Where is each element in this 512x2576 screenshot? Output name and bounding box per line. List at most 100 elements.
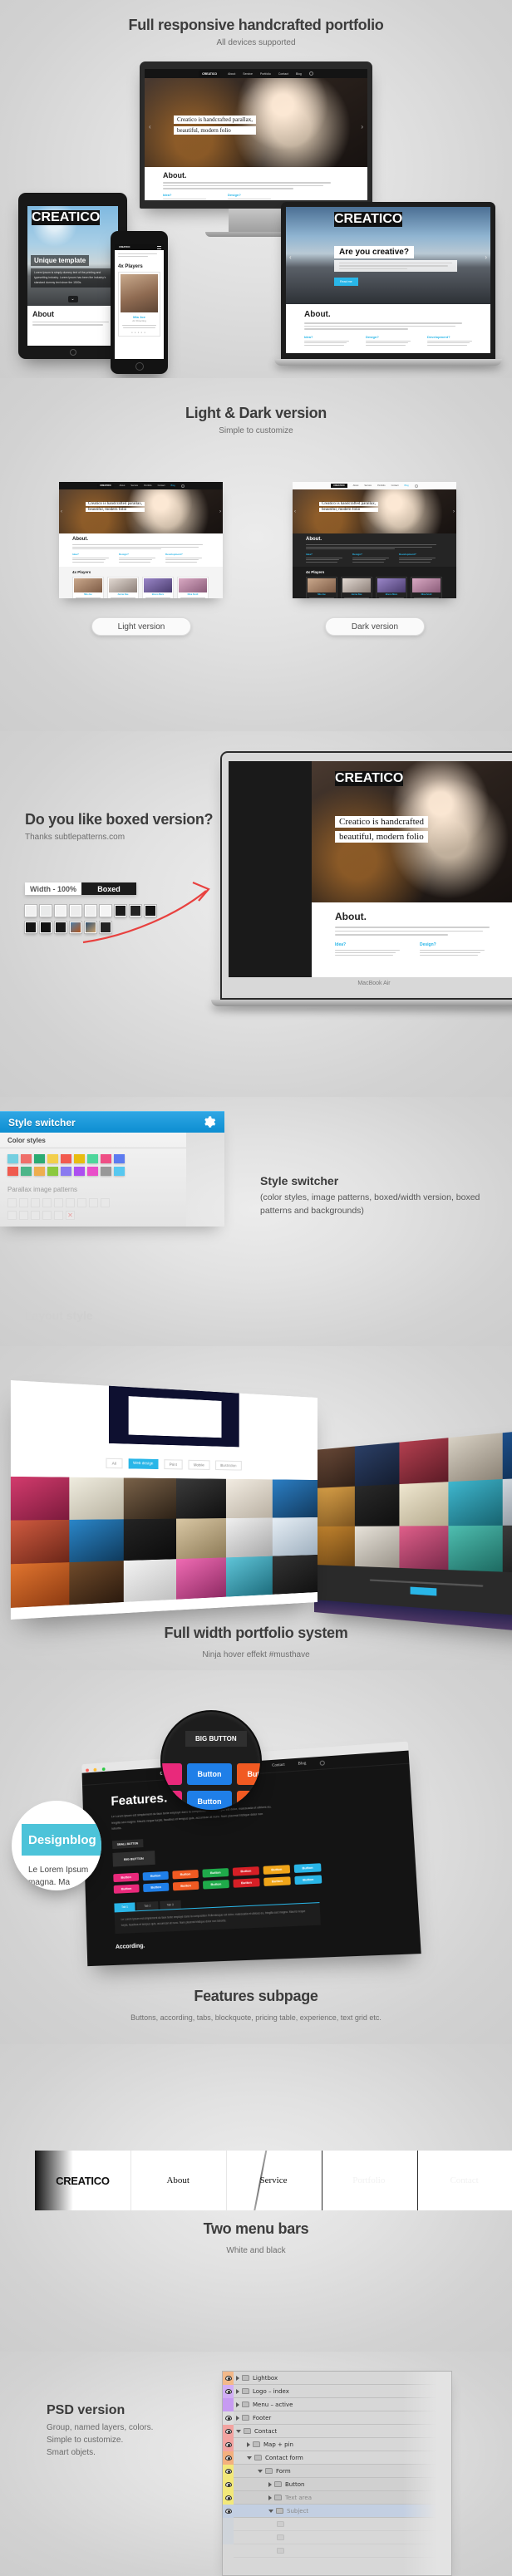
menu-item-contact[interactable]: Contact [416, 2175, 512, 2185]
eye-icon[interactable] [224, 2455, 232, 2460]
psd-layers-panel[interactable]: Lightbox Logo – index Menu – active Foot… [222, 2371, 452, 2576]
color-swatch[interactable] [87, 1154, 98, 1163]
member-card[interactable]: Mia Joe [72, 577, 104, 598]
chevron-down-icon[interactable] [236, 2429, 241, 2433]
portfolio-item[interactable] [68, 1519, 125, 1563]
eye-icon[interactable] [224, 2481, 232, 2487]
style-switcher-panel[interactable]: Style switcher Color styles Parallax ima… [0, 1111, 224, 1227]
color-button[interactable]: Button [293, 1862, 322, 1873]
eye-icon[interactable] [224, 2468, 232, 2474]
nav-item[interactable]: Blog [298, 1762, 307, 1767]
eye-icon[interactable] [224, 2441, 232, 2447]
member-card[interactable]: Mia Joe [306, 577, 337, 598]
nav-item[interactable]: Service [243, 72, 253, 76]
color-swatch[interactable] [61, 1167, 71, 1176]
menu-item-portfolio[interactable]: Portfolio [321, 2175, 416, 2185]
dark-version-button[interactable]: Dark version [325, 617, 425, 636]
portfolio-item[interactable] [225, 1517, 273, 1558]
color-button[interactable]: Button [294, 1875, 322, 1885]
nav-item[interactable]: About [120, 484, 126, 487]
color-button[interactable]: Button [233, 1877, 260, 1888]
member-card[interactable]: Jenna Dee [341, 577, 372, 598]
social-icons[interactable]: ●●●●● [121, 331, 158, 334]
portfolio-item[interactable] [124, 1477, 176, 1520]
portfolio-item[interactable] [273, 1555, 318, 1595]
nav-item[interactable]: Contact [272, 1763, 285, 1768]
member-card[interactable]: Nina Scott [411, 577, 442, 598]
nav-item[interactable]: Service [364, 484, 372, 487]
tablet-home-button[interactable] [69, 349, 76, 356]
window-minimize-icon[interactable] [93, 1767, 97, 1772]
eye-icon[interactable] [224, 2375, 232, 2381]
eye-icon[interactable] [224, 2508, 232, 2514]
portfolio-filter[interactable]: Illustration [214, 1460, 242, 1471]
pattern-swatch[interactable] [31, 1211, 40, 1220]
color-swatch[interactable] [21, 1154, 32, 1163]
nav-item[interactable]: Contact [158, 484, 165, 487]
portfolio-item[interactable] [124, 1518, 176, 1561]
menu-item-about[interactable]: About [130, 2175, 226, 2185]
chevron-right-icon[interactable] [236, 2401, 239, 2407]
loupe-color-button[interactable]: Button [237, 1791, 260, 1810]
color-swatch[interactable] [34, 1167, 45, 1176]
portfolio-filter[interactable]: All [106, 1458, 123, 1469]
nav-item[interactable]: Blog [171, 484, 175, 487]
nav-item[interactable]: About [228, 72, 235, 76]
color-button[interactable]: Button [263, 1864, 291, 1875]
portfolio-item[interactable] [10, 1519, 69, 1565]
color-swatch[interactable] [114, 1154, 125, 1163]
eye-icon[interactable] [224, 2428, 232, 2434]
color-swatch[interactable] [47, 1154, 58, 1163]
loupe-color-button[interactable] [162, 1791, 182, 1810]
portfolio-item[interactable] [175, 1518, 226, 1560]
slider-prev-icon[interactable]: ‹ [289, 253, 292, 261]
pattern-swatch[interactable] [89, 1198, 98, 1207]
color-button[interactable]: Button [113, 1884, 140, 1894]
nav-item[interactable]: Portfolio [377, 484, 386, 487]
color-styles-row2[interactable] [0, 1163, 186, 1176]
color-swatch[interactable] [101, 1167, 111, 1176]
nav-item[interactable]: Service [130, 484, 138, 487]
gear-icon[interactable] [319, 1760, 325, 1766]
slider-next-icon[interactable]: › [485, 253, 487, 261]
pattern-swatch[interactable] [77, 1198, 86, 1207]
chevron-right-icon[interactable] [268, 2495, 272, 2500]
pattern-swatch[interactable] [24, 904, 37, 917]
slider-prev-icon[interactable]: ‹ [61, 509, 62, 514]
portfolio-item[interactable] [225, 1478, 273, 1519]
portfolio-cta-button[interactable] [410, 1586, 437, 1596]
portfolio-item[interactable] [273, 1517, 318, 1556]
color-button[interactable]: Button [202, 1867, 229, 1878]
color-swatch[interactable] [47, 1167, 58, 1176]
portfolio-filter[interactable]: Mobile [188, 1459, 210, 1470]
menu-item-service[interactable]: Service [226, 2175, 322, 2185]
portfolio-item[interactable] [124, 1559, 176, 1602]
pattern-swatch[interactable] [66, 1198, 75, 1207]
color-swatch[interactable] [74, 1167, 85, 1176]
laptop-cta-button[interactable]: Read me [334, 278, 358, 287]
portfolio-item[interactable] [225, 1556, 273, 1597]
chevron-right-icon[interactable] [247, 2441, 250, 2447]
scroll-down-icon[interactable]: ⌄ [67, 296, 78, 302]
member-card[interactable]: Bruno Mars [142, 577, 174, 598]
nav-item[interactable]: Portfolio [144, 484, 152, 487]
color-swatch[interactable] [21, 1167, 32, 1176]
light-version-button[interactable]: Light version [91, 617, 191, 636]
chevron-down-icon[interactable] [247, 2456, 252, 2460]
loupe-color-button[interactable]: Button [187, 1763, 232, 1785]
window-close-icon[interactable] [86, 1767, 89, 1772]
slider-prev-icon[interactable]: ‹ [149, 123, 151, 130]
pattern-swatch[interactable] [54, 1211, 63, 1220]
color-button[interactable]: Button [142, 1871, 169, 1880]
portfolio-item[interactable] [10, 1476, 69, 1521]
portfolio-item[interactable] [175, 1557, 226, 1600]
portfolio-filter[interactable]: Print [163, 1459, 183, 1470]
color-button[interactable]: Button [143, 1882, 170, 1892]
portfolio-item[interactable] [175, 1478, 226, 1519]
tab-item-active[interactable]: Tab 1 [114, 1902, 135, 1912]
pattern-swatch[interactable] [7, 1211, 17, 1220]
slider-next-icon[interactable]: › [453, 509, 455, 514]
portfolio-item[interactable] [68, 1561, 125, 1605]
gear-icon[interactable] [308, 71, 313, 76]
member-card[interactable]: Mia Joe Art Directing ●●●●● [118, 272, 160, 337]
